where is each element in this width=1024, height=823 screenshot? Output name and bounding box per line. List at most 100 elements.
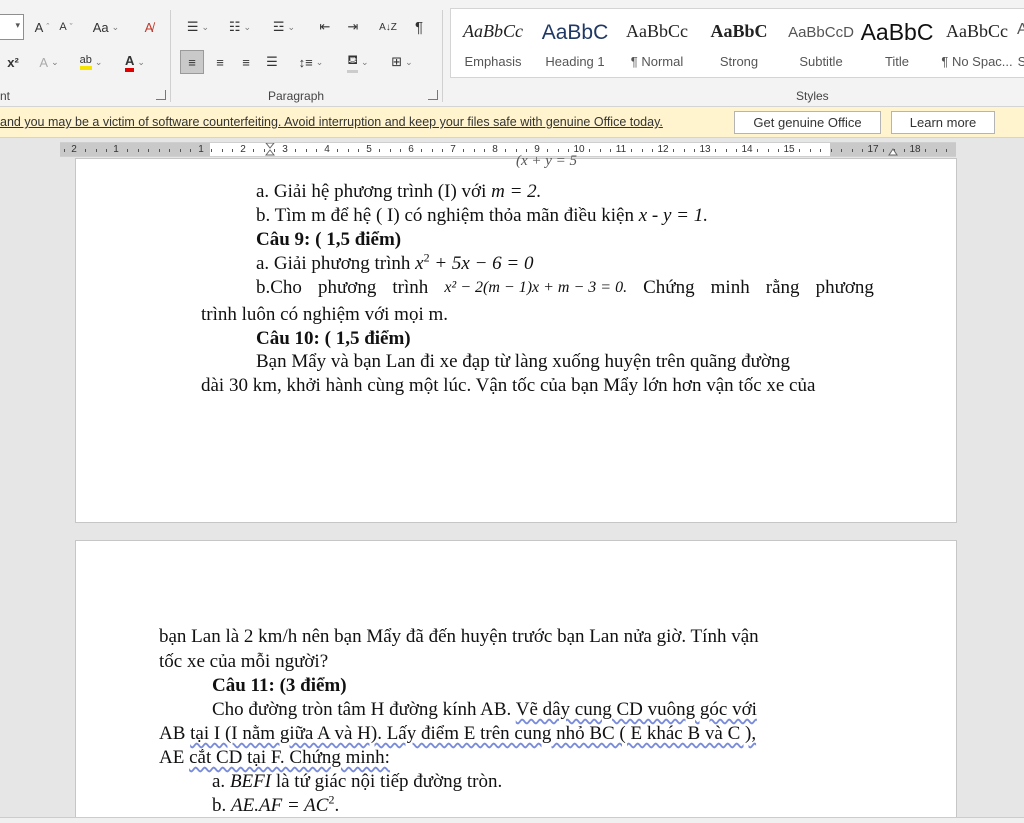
ruler-tick	[820, 149, 821, 152]
ruler-tick	[883, 149, 884, 152]
chevron-down-icon: ⌄	[361, 56, 369, 67]
ruler-tick	[221, 149, 223, 152]
document-page-2[interactable]: bạn Lan là 2 km/h nên bạn Mẩy đã đến huy…	[75, 540, 957, 823]
doc-line: b. Tìm m để hệ ( I) có nghiệm thỏa mãn đ…	[256, 204, 708, 227]
doc-line: Bạn Mẩy và bạn Lan đi xe đạp từ làng xuố…	[256, 351, 791, 372]
line-spacing-icon: ↕≡	[298, 54, 313, 70]
style-name: S	[1017, 54, 1024, 69]
doc-word: Chứng	[643, 277, 695, 298]
doc-math: m = 2.	[491, 181, 542, 202]
get-genuine-office-button[interactable]: Get genuine Office	[734, 111, 881, 134]
doc-text: Cho đường tròn tâm H đường kính AB.	[212, 699, 516, 720]
learn-more-button[interactable]: Learn more	[891, 111, 995, 134]
multilevel-list-button[interactable]: ☲ ⌄	[266, 15, 302, 39]
shading-button[interactable]: ⛾ ⌄	[340, 50, 376, 74]
ruler-tick	[694, 149, 695, 152]
ruler-tick	[389, 149, 391, 152]
style-no-spacing[interactable]: AaBbCc ¶ No Spac...	[935, 9, 1019, 77]
decrease-indent-button[interactable]: ⇤	[314, 15, 336, 39]
doc-word: phương	[317, 277, 377, 298]
ruler-tick	[431, 149, 433, 152]
doc-word: b.Cho	[256, 277, 302, 298]
doc-line: bạn Lan là 2 km/h nên bạn Mẩy đã đến huy…	[159, 626, 759, 647]
style-heading-1[interactable]: AaBbC Heading 1	[533, 9, 617, 77]
ribbon: ▾ Aˆ Aˇ Aa ⌄ A̸ x² A ⌄ ab ⌄ A ⌄ nt ☰ ⌄ ☷ ⌄ ☲ ⌄ …	[0, 0, 1024, 107]
superscript-button[interactable]: x²	[2, 50, 24, 74]
style-strong[interactable]: AaBbC Strong	[697, 9, 781, 77]
doc-text: là tứ giác nội tiếp đường tròn.	[271, 771, 503, 792]
ruler-tick	[211, 149, 212, 152]
indent-marker-icon[interactable]	[265, 143, 275, 156]
justify-button[interactable]: ☰	[260, 50, 284, 74]
align-center-button[interactable]: ≡	[208, 50, 232, 74]
line-spacing-button[interactable]: ↕≡ ⌄	[294, 50, 328, 74]
highlight-button[interactable]: ab ⌄	[74, 50, 108, 74]
paragraph-dialog-launcher-icon[interactable]	[428, 90, 438, 100]
chevron-down-icon: ⌄	[51, 56, 59, 67]
document-page-1[interactable]: (x + y = 5 a. Giải hệ phương trình (I) v…	[75, 153, 957, 523]
chevron-down-icon: ⌄	[137, 56, 145, 67]
doc-text: a. Giải hệ phương trình (I) với	[256, 181, 492, 202]
ruler-tick	[841, 149, 842, 152]
style-name: ¶ No Spac...	[941, 54, 1013, 69]
doc-line: a. Giải phương trình x2 + 5x − 6 = 0	[256, 252, 533, 275]
style-name: Strong	[719, 54, 759, 69]
change-case-label: Aa	[92, 19, 109, 35]
text-effects-button[interactable]: A ⌄	[34, 50, 64, 74]
ruler-tick	[421, 149, 422, 152]
doc-line: AB tại I (I nằm giữa A và H). Lấy điểm E…	[159, 722, 756, 745]
horizontal-ruler[interactable]: 2 1 1 2 3 4 5 6 7 8 9 10 11 12 13 14 15 17 18	[60, 142, 956, 157]
ruler-number: 3	[282, 144, 288, 155]
notification-bar: and you may be a victim of software coun…	[0, 107, 1024, 138]
change-case-button[interactable]: Aa ⌄	[88, 15, 124, 39]
outdent-icon: ⇤	[319, 19, 331, 34]
caret-up-icon: ˆ	[46, 22, 50, 32]
ruler-tick	[925, 149, 926, 152]
ruler-tick	[316, 149, 317, 152]
increase-indent-button[interactable]: ⇥	[342, 15, 364, 39]
separator	[170, 10, 171, 102]
ruler-tick	[148, 149, 149, 152]
question-heading: Câu 11: (3 điểm)	[212, 675, 347, 696]
style-emphasis[interactable]: AaBbCc Emphasis	[451, 9, 535, 77]
doc-text: AB	[159, 723, 191, 744]
borders-button[interactable]: ⊞ ⌄	[384, 50, 420, 74]
style-normal[interactable]: AaBbCc ¶ Normal	[615, 9, 699, 77]
chevron-down-icon: ▾	[15, 20, 20, 30]
superscript-label: x²	[7, 54, 19, 70]
right-indent-marker-icon[interactable]	[888, 146, 898, 156]
doc-word: trình	[392, 277, 429, 298]
doc-math: x - y = 1.	[638, 205, 708, 226]
shrink-font-button[interactable]: Aˇ	[56, 15, 76, 39]
grow-font-button[interactable]: Aˆ	[32, 15, 52, 39]
sort-button[interactable]: A↓Z	[376, 15, 400, 39]
ruler-number: 12	[657, 144, 669, 155]
ruler-tick	[137, 149, 139, 152]
style-name: Emphasis	[464, 54, 522, 69]
style-sample: AaBbCc	[463, 21, 523, 41]
style-title[interactable]: AaBbC Title	[851, 9, 943, 77]
chevron-down-icon: ⌄	[111, 21, 120, 32]
font-color-button[interactable]: A ⌄	[118, 50, 152, 74]
ruler-number: 17	[867, 144, 879, 155]
ruler-tick	[347, 149, 349, 152]
numbering-button[interactable]: ☷ ⌄	[222, 15, 258, 39]
caret-down-icon: ˇ	[69, 22, 73, 32]
notification-text[interactable]: and you may be a victim of software coun…	[0, 115, 663, 129]
clear-formatting-button[interactable]: A̸	[138, 15, 160, 39]
bullets-button[interactable]: ☰ ⌄	[180, 15, 216, 39]
doc-text: a.	[212, 771, 230, 792]
doc-line: b. AE.AF = AC2.	[212, 794, 339, 817]
doc-line: dài 30 km, khởi hành cùng một lúc. Vận t…	[201, 375, 816, 396]
ruler-number: 15	[783, 144, 795, 155]
align-left-button[interactable]: ≡	[180, 50, 204, 74]
ruler-tick	[778, 149, 779, 152]
align-right-button[interactable]: ≡	[234, 50, 258, 74]
style-more[interactable]: A S	[1017, 9, 1024, 77]
ruler-tick	[85, 149, 86, 152]
font-size-dropdown[interactable]: ▾	[0, 14, 24, 40]
ruler-number: 2	[240, 144, 246, 155]
font-dialog-launcher-icon[interactable]	[156, 90, 166, 100]
show-marks-button[interactable]: ¶	[408, 15, 430, 39]
chevron-down-icon: ⌄	[405, 56, 413, 67]
